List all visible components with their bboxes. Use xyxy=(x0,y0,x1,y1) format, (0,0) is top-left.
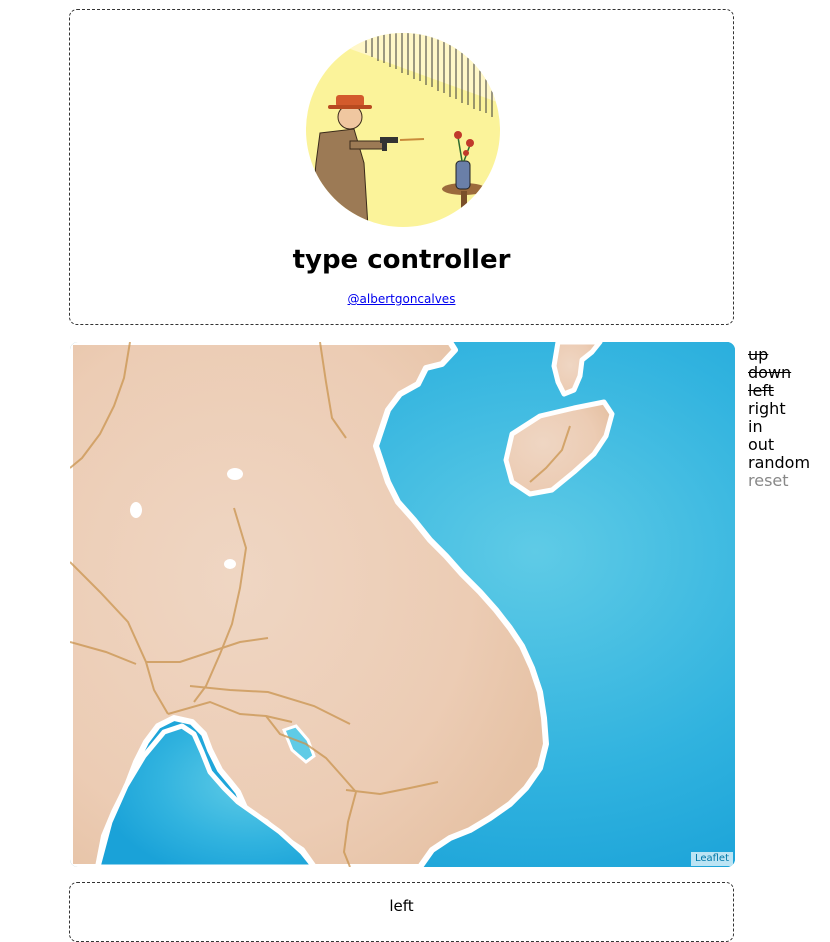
avatar-illustration xyxy=(306,33,500,227)
controls-list: up down left right in out random reset xyxy=(748,346,810,490)
control-out[interactable]: out xyxy=(748,436,810,454)
control-random[interactable]: random xyxy=(748,454,810,472)
map-tiles[interactable] xyxy=(70,342,735,867)
control-reset[interactable]: reset xyxy=(748,472,810,490)
last-command-text: left xyxy=(389,897,414,915)
page-title: type controller xyxy=(292,245,511,275)
profile-card: type controller @albertgoncalves xyxy=(69,9,734,325)
lake-3 xyxy=(224,559,236,569)
map[interactable]: Leaflet xyxy=(70,342,735,867)
control-down[interactable]: down xyxy=(748,364,810,382)
status-card: left xyxy=(69,882,734,942)
control-up[interactable]: up xyxy=(748,346,810,364)
lake-2 xyxy=(130,502,142,518)
control-in[interactable]: in xyxy=(748,418,810,436)
handle-link-wrapper: @albertgoncalves xyxy=(70,291,733,307)
control-right[interactable]: right xyxy=(748,400,810,418)
map-attribution[interactable]: Leaflet xyxy=(690,852,733,866)
author-link[interactable]: @albertgoncalves xyxy=(348,292,456,306)
control-left[interactable]: left xyxy=(748,382,810,400)
avatar xyxy=(306,33,500,227)
lake-1 xyxy=(227,468,243,480)
